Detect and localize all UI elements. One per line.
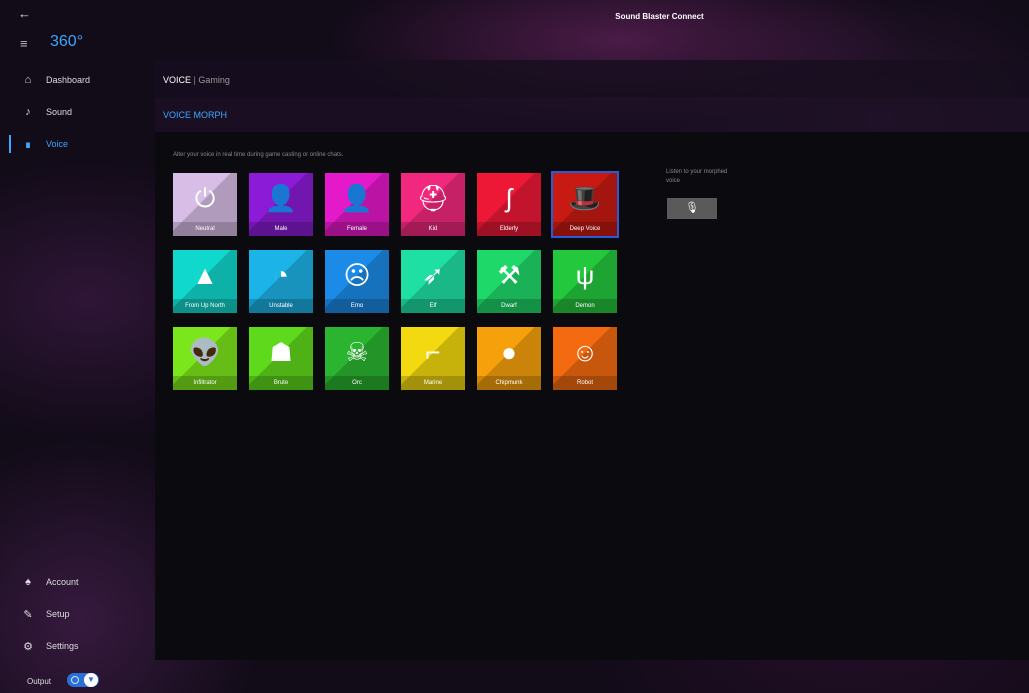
voice-tile-label: Dwarf <box>477 299 541 313</box>
voice-tile-label: Neutral <box>173 222 237 236</box>
account-icon: ♠ <box>25 576 31 588</box>
sidebar-item-settings[interactable]: ⚙ Settings <box>0 633 155 659</box>
voice-tile-demon[interactable]: ψ Demon <box>553 250 617 313</box>
section-title: VOICE MORPH <box>163 110 228 120</box>
kid-icon: ⛑ <box>416 183 450 213</box>
setup-icon: ✎ <box>23 608 33 621</box>
sidebar-item-setup[interactable]: ✎ Setup <box>0 601 155 627</box>
voice-tile-label: Deep Voice <box>553 222 617 236</box>
robot-icon: ☺ <box>571 337 599 367</box>
voice-tile-from-up-north[interactable]: ▲ From Up North <box>173 250 237 313</box>
sidebar-item-label: Dashboard <box>46 75 91 85</box>
microphone-icon: 🎙 <box>685 202 699 214</box>
main-panel: VOICE | Gaming VOICE MORPH Alter your vo… <box>155 60 1029 660</box>
voice-tile-robot[interactable]: ☺ Robot <box>553 327 617 390</box>
panel-description: Alter your voice in real time during gam… <box>173 152 344 158</box>
voice-tile-male[interactable]: 👤 Male <box>249 173 313 236</box>
unstable-icon: ◔ <box>273 260 289 290</box>
voice-tile-elderly[interactable]: ʃ Elderly <box>477 173 541 236</box>
headphone-icon: ▼ <box>84 673 98 687</box>
voice-tile-label: Demon <box>553 299 617 313</box>
voice-tile-neutral[interactable]: ⏻ Neutral <box>173 173 237 236</box>
voice-morph-content: Alter your voice in real time during gam… <box>155 132 1029 660</box>
app-title: Sound Blaster Connect <box>615 12 704 21</box>
voice-tile-label: Female <box>325 222 389 236</box>
sidebar-item-label: Setup <box>46 609 70 619</box>
voice-tile-elf[interactable]: ➶ Elf <box>401 250 465 313</box>
settings-icon: ⚙ <box>23 640 33 653</box>
title-bar: ← Sound Blaster Connect <box>0 0 1029 32</box>
home-icon: ⌂ <box>24 74 32 86</box>
from-up-north-icon: ▲ <box>192 260 218 290</box>
voice-tile-label: Marine <box>401 376 465 390</box>
deep-voice-icon: 🎩 <box>568 183 602 213</box>
sidebar-item-label: Settings <box>46 641 79 651</box>
voice-icon: ∎ <box>24 138 32 151</box>
voice-tile-emo[interactable]: ☹ Emo <box>325 250 389 313</box>
marine-icon: ⌐ <box>425 337 441 367</box>
breadcrumb: VOICE | Gaming <box>163 75 230 85</box>
voice-tile-marine[interactable]: ⌐ Marine <box>401 327 465 390</box>
voice-tile-infiltrator[interactable]: 👽 Infiltrator <box>173 327 237 390</box>
brute-icon: ☗ <box>269 337 293 367</box>
sidebar-item-label: Sound <box>46 107 73 117</box>
output-toggle[interactable]: ▼ <box>67 673 99 687</box>
chipmunk-icon: ● <box>501 337 517 367</box>
orc-icon: ☠ <box>345 337 369 367</box>
voice-tile-brute[interactable]: ☗ Brute <box>249 327 313 390</box>
sidebar-item-dashboard[interactable]: ⌂ Dashboard <box>0 67 155 93</box>
output-label: Output <box>27 677 52 686</box>
voice-tile-label: Infiltrator <box>173 376 237 390</box>
voice-tile-dwarf[interactable]: ⚒ Dwarf <box>477 250 541 313</box>
toggle-ring-icon <box>71 676 79 684</box>
section-header: VOICE MORPH <box>155 98 1029 132</box>
listen-hint: Listen to your morphed voice <box>666 169 728 184</box>
voice-tile-label: Brute <box>249 376 313 390</box>
voice-tile-kid[interactable]: ⛑ Kid <box>401 173 465 236</box>
breadcrumb-sub: Gaming <box>198 75 230 85</box>
breadcrumb-bar: VOICE | Gaming <box>155 60 1029 98</box>
infiltrator-icon: 👽 <box>188 337 222 367</box>
sidebar-item-account[interactable]: ♠ Account <box>0 569 155 595</box>
elderly-icon: ʃ <box>506 183 512 213</box>
status-bar: Output ▼ <box>0 666 1029 693</box>
sidebar-item-label: Account <box>46 577 79 587</box>
neutral-icon: ⏻ <box>194 183 216 213</box>
voice-tile-label: Robot <box>553 376 617 390</box>
voice-tile-label: Orc <box>325 376 389 390</box>
demon-icon: ψ <box>575 260 595 290</box>
emo-icon: ☹ <box>343 260 371 290</box>
brand-logo: 360° <box>50 33 84 50</box>
voice-tile-unstable[interactable]: ◔ Unstable <box>249 250 313 313</box>
voice-tile-chipmunk[interactable]: ● Chipmunk <box>477 327 541 390</box>
sidebar-item-sound[interactable]: ♪ Sound <box>0 99 155 125</box>
breadcrumb-section: VOICE <box>163 75 192 85</box>
dwarf-icon: ⚒ <box>497 260 521 290</box>
voice-tile-orc[interactable]: ☠ Orc <box>325 327 389 390</box>
voice-tile-label: From Up North <box>173 299 237 313</box>
voice-tile-label: Elderly <box>477 222 541 236</box>
voice-tile-deep-voice[interactable]: 🎩 Deep Voice <box>551 171 619 238</box>
voice-tile-label: Emo <box>325 299 389 313</box>
sidebar-item-voice[interactable]: ∎ Voice <box>0 131 155 157</box>
voice-tile-label: Elf <box>401 299 465 313</box>
sidebar-item-label: Voice <box>46 139 69 149</box>
elf-icon: ➶ <box>422 260 444 290</box>
breadcrumb-separator: | <box>193 75 196 85</box>
voice-tile-label: Kid <box>401 222 465 236</box>
music-note-icon: ♪ <box>25 106 31 118</box>
hamburger-menu-icon[interactable]: ≡ <box>20 36 28 51</box>
female-icon: 👤 <box>340 183 374 213</box>
voice-tile-female[interactable]: 👤 Female <box>325 173 389 236</box>
voice-tile-label: Male <box>249 222 313 236</box>
microphone-button[interactable]: 🎙 <box>667 198 717 219</box>
voice-tile-label: Unstable <box>249 299 313 313</box>
male-icon: 👤 <box>264 183 298 213</box>
voice-tile-label: Chipmunk <box>477 376 541 390</box>
